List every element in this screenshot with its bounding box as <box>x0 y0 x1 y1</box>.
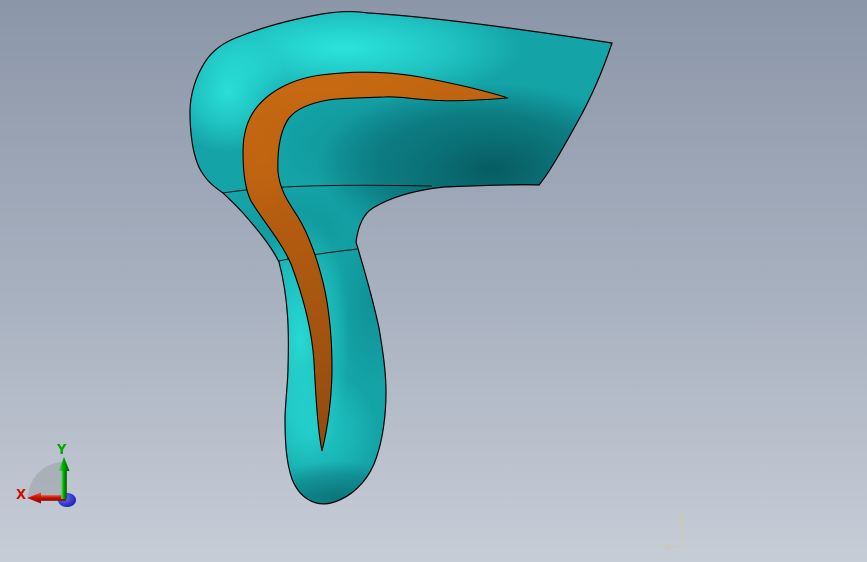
x-axis-label: X <box>16 488 26 503</box>
y-axis-label: Y <box>56 443 67 458</box>
cad-scene[interactable]: X Y <box>0 0 867 562</box>
cad-viewport[interactable]: X Y <box>0 0 867 562</box>
